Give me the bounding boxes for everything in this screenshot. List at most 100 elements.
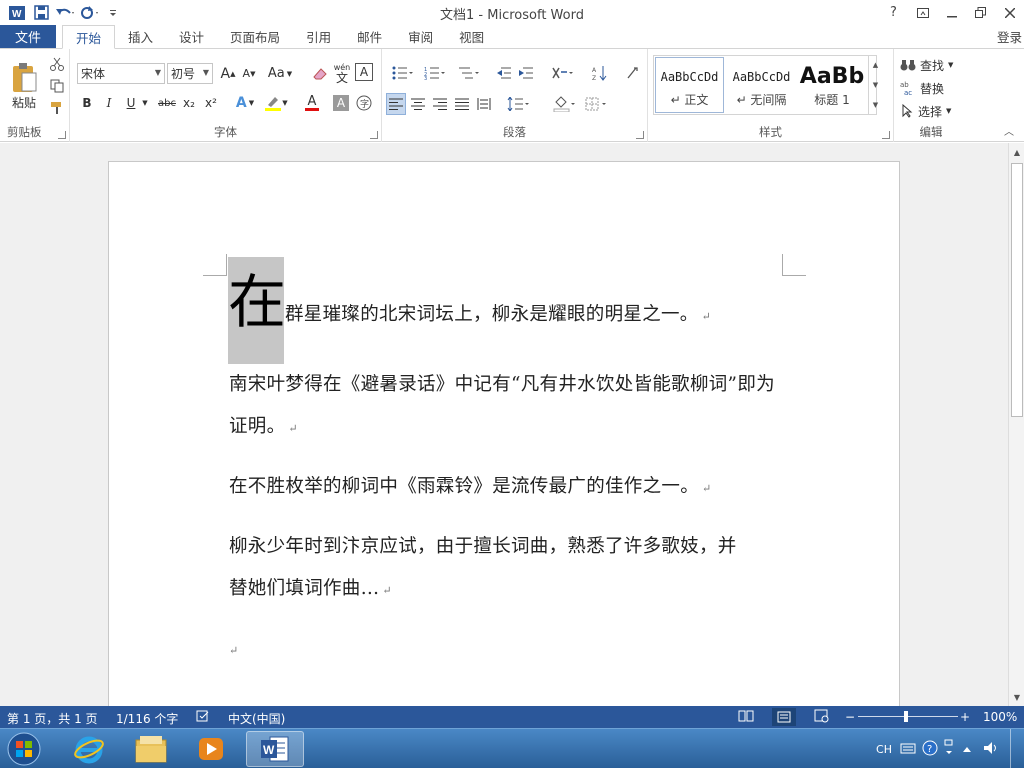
taskbar-internet-explorer[interactable] <box>60 731 118 767</box>
paragraph-2[interactable]: 南宋叶梦得在《避暑录话》中记有“凡有井水饮处皆能歌柳词”即为证明。 ↵ <box>229 364 777 450</box>
print-layout-icon[interactable] <box>772 708 796 726</box>
bold-button[interactable]: B <box>78 93 96 113</box>
superscript-button[interactable]: x² <box>202 93 220 113</box>
clear-formatting-button[interactable] <box>311 63 329 84</box>
chevron-up-icon[interactable]: ▲ <box>873 61 878 69</box>
tab-view[interactable]: 视图 <box>446 25 497 48</box>
subscript-button[interactable]: x₂ <box>180 93 198 113</box>
show-hide-marks-button[interactable] <box>622 63 642 83</box>
zoom-slider-thumb[interactable] <box>904 711 908 722</box>
justify-button[interactable] <box>452 93 472 115</box>
show-hidden-icons-icon[interactable] <box>962 743 972 756</box>
input-language[interactable]: CH <box>876 743 892 756</box>
word-count[interactable]: 1/116 个字 <box>116 710 178 727</box>
numbering-button[interactable]: 123 <box>420 63 450 83</box>
more-icon[interactable]: ▼ <box>873 101 878 109</box>
styles-launcher-icon[interactable] <box>882 131 890 139</box>
read-mode-icon[interactable] <box>738 709 754 726</box>
paragraph-4[interactable]: 柳永少年时到汴京应试，由于擅长词曲，熟悉了许多歌妓，并替她们填词作曲… ↵ <box>229 526 753 612</box>
replace-button[interactable]: ab ac 替换 <box>900 78 944 98</box>
scrollbar-thumb[interactable] <box>1011 163 1023 417</box>
tab-file[interactable]: 文件 <box>0 25 56 48</box>
font-launcher-icon[interactable] <box>370 131 378 139</box>
distributed-button[interactable] <box>474 93 494 115</box>
paste-button[interactable]: 粘贴 <box>6 55 42 117</box>
taskbar-word[interactable]: W <box>246 731 304 767</box>
tab-design[interactable]: 设计 <box>166 25 217 48</box>
clipboard-launcher-icon[interactable] <box>58 131 66 139</box>
taskbar-file-explorer[interactable] <box>122 731 180 767</box>
multilevel-list-button[interactable] <box>454 63 484 83</box>
document-area[interactable]: 在 群星璀璨的北宋词坛上，柳永是耀眼的明星之一。 ↵ 南宋叶梦得在《避暑录话》中记… <box>0 143 1008 706</box>
copy-button[interactable] <box>48 77 66 95</box>
find-button[interactable]: 查找 ▼ <box>900 55 953 75</box>
ribbon-display-options-icon[interactable] <box>908 0 937 25</box>
close-button[interactable] <box>995 0 1024 25</box>
tab-review[interactable]: 审阅 <box>395 25 446 48</box>
zoom-out-button[interactable]: − <box>845 710 855 724</box>
proofing-icon[interactable] <box>196 709 210 726</box>
drop-cap[interactable]: 在 <box>228 257 286 364</box>
character-shading-button[interactable]: A <box>333 95 349 111</box>
font-color-button[interactable]: A <box>298 93 326 113</box>
bullets-button[interactable] <box>388 63 418 83</box>
page-count[interactable]: 第 1 页，共 1 页 <box>7 710 98 727</box>
zoom-level[interactable]: 100% <box>983 710 1017 724</box>
strikethrough-button[interactable]: abc <box>156 93 178 113</box>
italic-button[interactable]: I <box>100 93 118 113</box>
scroll-up-icon[interactable]: ▲ <box>1010 145 1024 159</box>
chevron-down-icon[interactable]: ▼ <box>873 81 878 89</box>
show-desktop-button[interactable] <box>1010 729 1024 768</box>
select-button[interactable]: 选择 ▼ <box>900 101 951 121</box>
help-tray-icon[interactable]: ? <box>922 740 938 759</box>
underline-options-icon[interactable]: ▼ <box>140 93 150 113</box>
line-spacing-button[interactable] <box>504 93 534 115</box>
keyboard-icon[interactable] <box>900 742 916 757</box>
tab-insert[interactable]: 插入 <box>115 25 166 48</box>
text-effects-button[interactable]: A ▼ <box>232 93 258 113</box>
help-button[interactable]: ? <box>879 0 908 25</box>
shading-button[interactable] <box>550 93 580 115</box>
borders-button[interactable] <box>582 93 612 115</box>
minimize-button[interactable] <box>937 0 966 25</box>
redo-icon[interactable] <box>78 2 100 24</box>
shrink-font-button[interactable]: A ▼ <box>240 63 258 84</box>
character-border-button[interactable]: A <box>355 63 373 81</box>
asian-layout-button[interactable] <box>548 63 578 83</box>
tab-page-layout[interactable]: 页面布局 <box>217 25 293 48</box>
web-layout-icon[interactable] <box>814 709 830 726</box>
paragraph-3[interactable]: 在不胜枚举的柳词中《雨霖铃》是流传最广的佳作之一。 ↵ <box>229 466 789 510</box>
align-left-button[interactable] <box>386 93 406 115</box>
increase-indent-button[interactable] <box>516 63 536 83</box>
format-painter-button[interactable] <box>48 99 66 117</box>
document-page[interactable]: 在 群星璀璨的北宋词坛上，柳永是耀眼的明星之一。 ↵ 南宋叶梦得在《避暑录话》中记… <box>108 161 900 706</box>
styles-gallery-scroll[interactable]: ▲ ▼ ▼ <box>868 55 882 115</box>
highlight-button[interactable]: ▼ <box>262 93 290 113</box>
scroll-down-icon[interactable]: ▼ <box>1010 690 1024 704</box>
vertical-scrollbar[interactable]: ▲ ▼ <box>1008 143 1024 706</box>
decrease-indent-button[interactable] <box>494 63 514 83</box>
underline-button[interactable]: U <box>122 93 140 113</box>
style-no-spacing[interactable]: AaBbCcDd ↵ 无间隔 <box>727 57 796 113</box>
tab-home[interactable]: 开始 <box>62 25 116 49</box>
start-button[interactable] <box>0 731 48 767</box>
font-size-combo[interactable]: 初号 ▼ <box>167 63 213 84</box>
save-icon[interactable] <box>30 2 52 24</box>
align-center-button[interactable] <box>408 93 428 115</box>
ime-options-icon[interactable] <box>944 738 954 761</box>
volume-icon[interactable] <box>982 740 1000 759</box>
word-logo-icon[interactable]: W <box>6 2 28 24</box>
change-case-button[interactable]: Aa ▼ <box>266 63 294 84</box>
style-normal[interactable]: AaBbCcDd ↵ 正文 <box>655 57 724 113</box>
style-heading-1[interactable]: AaBb 标题 1 <box>799 57 865 113</box>
customize-icon[interactable] <box>102 2 124 24</box>
restore-button[interactable] <box>966 0 995 25</box>
align-right-button[interactable] <box>430 93 450 115</box>
taskbar-media-player[interactable] <box>182 731 240 767</box>
paragraph-launcher-icon[interactable] <box>636 131 644 139</box>
sort-button[interactable]: AZ <box>590 63 610 83</box>
paragraph-1[interactable]: 群星璀璨的北宋词坛上，柳永是耀眼的明星之一。 ↵ <box>285 294 805 338</box>
grow-font-button[interactable]: A ▲ <box>219 63 237 84</box>
zoom-slider-track[interactable] <box>858 716 958 717</box>
cut-button[interactable] <box>48 55 66 73</box>
